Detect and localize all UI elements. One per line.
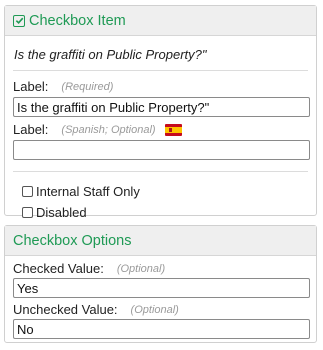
unchecked-value-label: Unchecked Value:: [13, 302, 118, 317]
checkbox-options-panel: Checkbox Options Checked Value: (Optiona…: [4, 225, 317, 343]
checked-value-label-row: Checked Value: (Optional): [13, 261, 316, 276]
checkbox-item-header: Checkbox Item: [5, 6, 316, 36]
internal-staff-only-checkbox[interactable]: [22, 186, 33, 197]
internal-staff-only-checkbox-row[interactable]: Internal Staff Only: [22, 184, 316, 199]
divider: [13, 70, 308, 71]
checked-value-hint: (Optional): [116, 262, 166, 275]
required-hint: (Required): [61, 80, 114, 93]
disabled-label[interactable]: Disabled: [36, 205, 87, 220]
panel-title: Checkbox Item: [29, 12, 126, 29]
checkbox-item-panel: Checkbox Item Is the graffiti on Public …: [4, 5, 317, 220]
spanish-label-input[interactable]: [13, 140, 310, 160]
panel-title: Checkbox Options: [13, 232, 132, 249]
checkbox-options-header: Checkbox Options: [5, 226, 316, 256]
spanish-label-row: Label: (Spanish; Optional): [13, 122, 316, 137]
label-input[interactable]: [13, 97, 310, 117]
checked-value-input[interactable]: [13, 278, 310, 298]
checked-value-label: Checked Value:: [13, 261, 104, 276]
spanish-optional-hint: (Spanish; Optional): [61, 123, 156, 136]
spain-flag-icon: [164, 123, 182, 136]
unchecked-value-hint: (Optional): [130, 303, 179, 316]
question-preview: Is the graffiti on Public Property?": [14, 47, 207, 62]
label-field-label: Label:: [13, 79, 49, 94]
divider: [13, 171, 308, 172]
spanish-label-field-label: Label:: [13, 122, 49, 137]
checkbox-checked-icon: [13, 14, 25, 27]
unchecked-value-label-row: Unchecked Value: (Optional): [13, 302, 316, 317]
internal-staff-only-label[interactable]: Internal Staff Only: [36, 184, 140, 199]
unchecked-value-input[interactable]: [13, 319, 310, 339]
disabled-checkbox-row[interactable]: Disabled: [22, 205, 316, 220]
disabled-checkbox[interactable]: [22, 207, 33, 218]
label-field-label-row: Label: (Required): [13, 79, 316, 94]
